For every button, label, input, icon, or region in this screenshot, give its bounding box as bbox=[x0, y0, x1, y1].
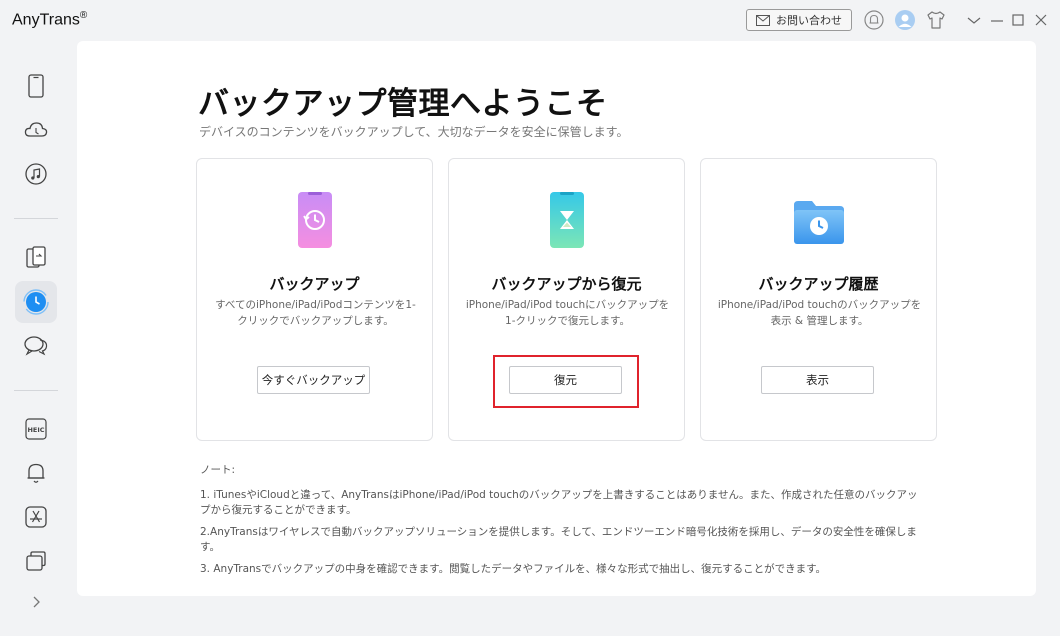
title-bar: AnyTrans® お問い合わせ bbox=[0, 0, 1060, 40]
page-subtitle: デバイスのコンテンツをバックアップして、大切なデータを安全に保管します。 bbox=[199, 125, 629, 139]
bell-icon bbox=[27, 463, 45, 483]
cloud-icon bbox=[24, 122, 48, 137]
sidebar: HEIC bbox=[0, 40, 72, 636]
notes-heading: ノート: bbox=[200, 464, 236, 476]
note-line: 1. iTunesやiCloudと違って、AnyTransはiPhone/iPa… bbox=[200, 489, 918, 516]
sidebar-item-messages[interactable] bbox=[15, 325, 57, 367]
note-line: 3. AnyTransでバックアップの中身を確認できます。閲覧したデータやファイ… bbox=[200, 563, 827, 575]
sidebar-item-notifications[interactable] bbox=[15, 452, 57, 494]
sidebar-expand-chevron-icon[interactable] bbox=[28, 594, 44, 610]
skin-shirt-icon[interactable] bbox=[926, 10, 946, 30]
backup-clock-icon bbox=[23, 289, 49, 315]
notification-bell-icon[interactable] bbox=[864, 10, 884, 30]
backup-card: バックアップ すべてのiPhone/iPad/iPodコンテンツを1-クリックで… bbox=[196, 158, 433, 441]
sidebar-item-heic-converter[interactable]: HEIC bbox=[15, 408, 57, 450]
phone-hourglass-icon bbox=[549, 192, 584, 248]
card-description: iPhone/iPad/iPod touchにバックアップを1-クリックで復元し… bbox=[465, 299, 670, 327]
mail-icon bbox=[756, 14, 770, 26]
sidebar-item-icloud[interactable] bbox=[15, 109, 57, 151]
minimize-icon[interactable] bbox=[988, 10, 1006, 30]
maximize-icon[interactable] bbox=[1009, 10, 1027, 30]
folder-clock-icon bbox=[793, 201, 844, 244]
avatar-icon[interactable] bbox=[895, 10, 915, 30]
card-title: バックアップから復元 bbox=[491, 275, 642, 293]
sidebar-item-phone-switcher[interactable] bbox=[15, 236, 57, 278]
sidebar-item-more-tools[interactable] bbox=[15, 540, 57, 582]
app-store-icon bbox=[25, 506, 47, 528]
phone-transfer-icon bbox=[26, 246, 46, 268]
restore-highlight-box bbox=[493, 355, 639, 408]
card-title: バックアップ履歴 bbox=[758, 275, 879, 293]
backup-now-button[interactable]: 今すぐバックアップ bbox=[257, 366, 370, 394]
sidebar-item-backup-manager[interactable] bbox=[15, 281, 57, 323]
card-title: バックアップ bbox=[269, 275, 360, 293]
contact-button[interactable]: お問い合わせ bbox=[746, 9, 852, 31]
app-title: AnyTrans® bbox=[12, 10, 88, 29]
close-icon[interactable] bbox=[1032, 10, 1050, 30]
phone-restore-icon bbox=[297, 192, 332, 248]
heic-convert-icon: HEIC bbox=[25, 418, 47, 440]
notes-section: ノート: 1. iTunesやiCloudと違って、AnyTransはiPhon… bbox=[200, 463, 920, 584]
sidebar-item-device[interactable] bbox=[15, 65, 57, 107]
sidebar-divider bbox=[14, 218, 58, 219]
music-icon bbox=[25, 163, 47, 185]
page-title: バックアップ管理へようこそ bbox=[198, 86, 608, 122]
sidebar-divider bbox=[14, 390, 58, 391]
view-history-button[interactable]: 表示 bbox=[761, 366, 874, 394]
card-description: iPhone/iPad/iPod touchのバックアップを表示 & 管理します… bbox=[717, 299, 922, 327]
layers-icon bbox=[26, 551, 46, 571]
card-description: すべてのiPhone/iPad/iPodコンテンツを1-クリックでバックアップし… bbox=[215, 299, 416, 327]
sidebar-item-itunes[interactable] bbox=[15, 153, 57, 195]
note-line: 2.AnyTransはワイヤレスで自動バックアップソリューションを提供します。そ… bbox=[200, 526, 917, 553]
backup-history-card: バックアップ履歴 iPhone/iPad/iPod touchのバックアップを表… bbox=[700, 158, 937, 441]
svg-text:HEIC: HEIC bbox=[27, 426, 44, 434]
sidebar-item-app-downloader[interactable] bbox=[15, 496, 57, 538]
dropdown-chevron-icon[interactable] bbox=[965, 10, 983, 30]
phone-icon bbox=[28, 74, 44, 98]
main-panel: バックアップ管理へようこそ デバイスのコンテンツをバックアップして、大切なデータ… bbox=[77, 41, 1036, 596]
chat-bubbles-icon bbox=[24, 336, 48, 356]
